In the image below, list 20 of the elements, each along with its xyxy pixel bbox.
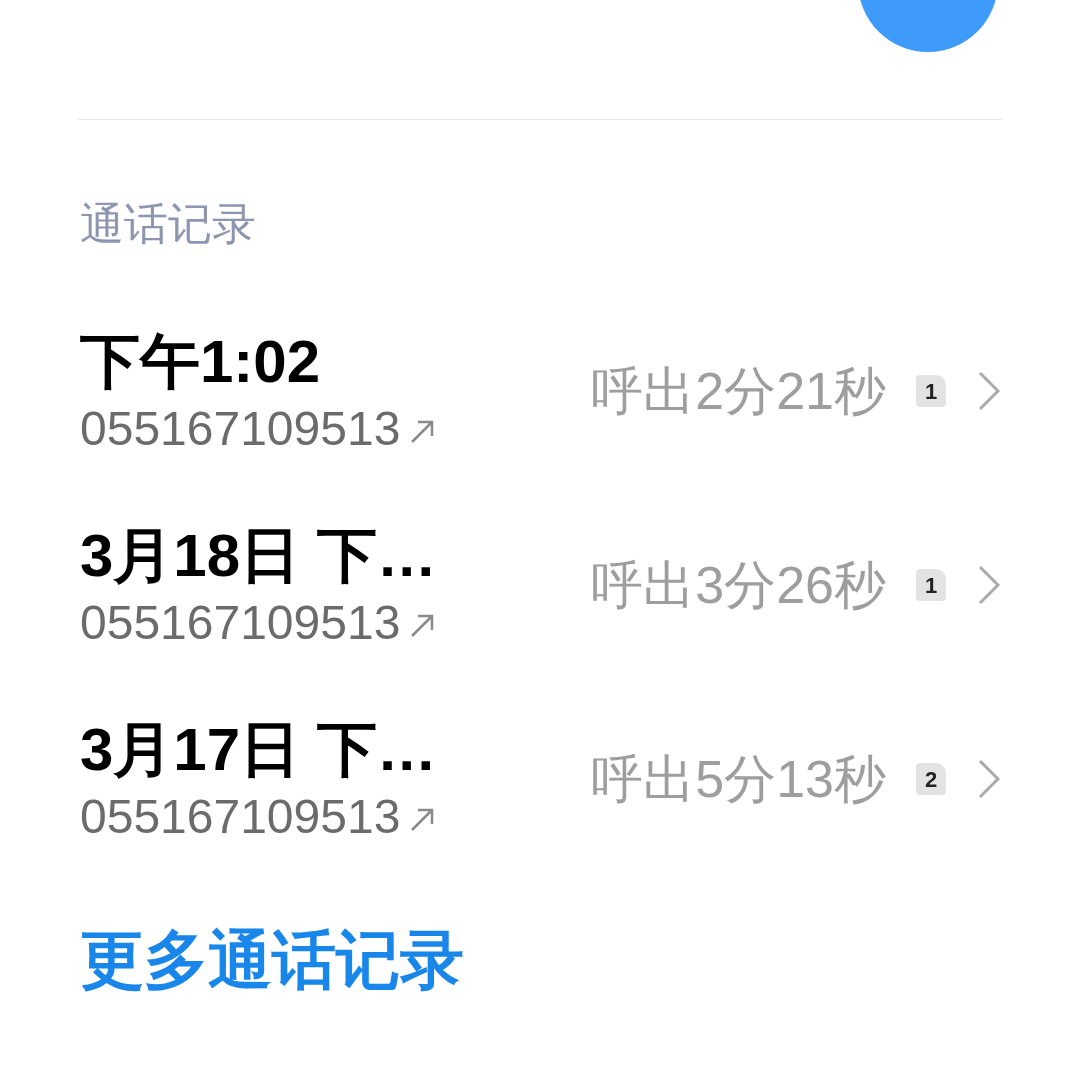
call-record-row[interactable]: 3月18日 下… 055167109513 呼出3分26秒 1 bbox=[80, 488, 1000, 682]
sim-card-badge: 2 bbox=[916, 763, 946, 795]
phone-number: 055167109513 bbox=[80, 789, 401, 845]
sim-card-badge: 1 bbox=[916, 569, 946, 601]
sim-card-badge: 1 bbox=[916, 375, 946, 407]
phone-number: 055167109513 bbox=[80, 595, 401, 651]
chevron-right-icon bbox=[978, 759, 1000, 799]
section-title: 通话记录 bbox=[80, 202, 257, 246]
call-record-row[interactable]: 3月17日 下… 055167109513 呼出5分13秒 2 bbox=[80, 682, 1000, 876]
phone-number: 055167109513 bbox=[80, 401, 401, 457]
call-time: 下午1:02 bbox=[80, 327, 322, 397]
call-record-row[interactable]: 下午1:02 055167109513 呼出2分21秒 1 bbox=[80, 294, 1000, 488]
call-duration: 呼出2分21秒 bbox=[591, 361, 886, 422]
chevron-right-icon bbox=[978, 371, 1000, 411]
call-time: 3月18日 下… bbox=[80, 521, 438, 591]
call-duration: 呼出5分13秒 bbox=[591, 749, 886, 810]
call-duration: 呼出3分26秒 bbox=[591, 555, 886, 616]
call-time: 3月17日 下… bbox=[80, 715, 438, 785]
more-call-records-link[interactable]: 更多通话记录 bbox=[80, 928, 464, 992]
chevron-right-icon bbox=[978, 565, 1000, 605]
